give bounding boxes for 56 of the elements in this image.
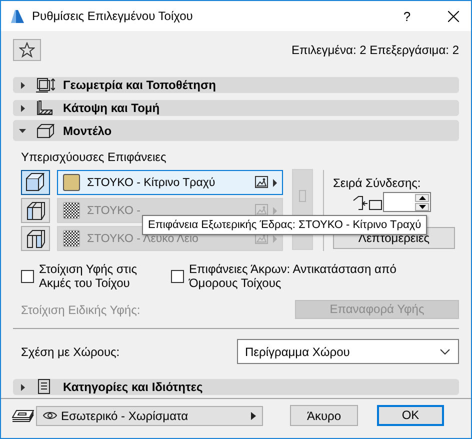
up-arrow-icon bbox=[418, 196, 426, 200]
help-button[interactable]: ? bbox=[389, 8, 425, 24]
cube-icon bbox=[24, 199, 47, 222]
expand-triangle-icon bbox=[19, 104, 26, 112]
section-header[interactable]: Κάτοψη και Τομή bbox=[13, 100, 459, 116]
submenu-arrow-icon bbox=[251, 412, 256, 420]
section-label: Υπερισχύουσες Επιφάνειες bbox=[21, 150, 168, 164]
order-spinner[interactable] bbox=[383, 192, 431, 212]
submenu-arrow-icon bbox=[272, 178, 278, 186]
surface-picker[interactable]: ΣΤΟΥΚΟ - Κίτρινο Τραχύ bbox=[57, 170, 283, 195]
expand-triangle-icon bbox=[19, 384, 26, 390]
checkbox[interactable] bbox=[171, 270, 184, 283]
slider-thumb[interactable] bbox=[299, 190, 306, 202]
decrement-button[interactable] bbox=[415, 202, 429, 210]
section-header[interactable]: Μοντέλο bbox=[13, 120, 459, 141]
increment-button[interactable] bbox=[415, 194, 429, 202]
checkbox-label: Επιφάνειες Άκρων: Αντικατάσταση από Όμορους Τοίχους bbox=[189, 262, 398, 290]
surface-override-toggle[interactable] bbox=[21, 226, 50, 251]
section-icon bbox=[36, 122, 55, 138]
surface-override-toggle[interactable] bbox=[21, 198, 50, 223]
zones-label: Σχέση με Χώρους: bbox=[21, 344, 120, 358]
section-header[interactable]: Γεωμετρία και Τοποθέτηση bbox=[13, 77, 459, 93]
submenu-arrow-icon bbox=[272, 234, 278, 242]
cube-icon bbox=[24, 227, 47, 250]
tooltip: Επιφάνεια Εξωτερικής Έδρας: ΣΤΟΥΚΟ - Κίτρινο Τραχύ bbox=[142, 215, 428, 235]
collapse-triangle-icon bbox=[19, 127, 26, 134]
checkbox[interactable] bbox=[21, 270, 34, 283]
submenu-arrow-icon bbox=[272, 206, 278, 214]
favorites-button[interactable] bbox=[13, 39, 41, 61]
picture-icon bbox=[255, 176, 269, 189]
selection-info: Επιλεγμένα: 2 Επεξεργάσιμα: 2 bbox=[291, 43, 459, 57]
section-header[interactable]: Κατηγορίες και Ιδιότητες bbox=[13, 379, 459, 395]
ok-button[interactable]: OK bbox=[377, 405, 444, 426]
pattern-swatch bbox=[63, 202, 80, 219]
picture-icon bbox=[255, 204, 269, 217]
eye-icon bbox=[43, 411, 57, 420]
app-logo-icon bbox=[10, 9, 24, 23]
pattern-swatch bbox=[63, 230, 80, 247]
surface-override-toggle[interactable] bbox=[21, 170, 50, 195]
section-icon bbox=[36, 100, 55, 116]
star-icon bbox=[19, 42, 35, 58]
window-title: Ρυθμίσεις Επιλεγμένου Τοίχου bbox=[32, 9, 194, 23]
layer-dropdown[interactable]: Εσωτερικό - Χωρίσματα bbox=[36, 406, 263, 426]
cancel-button[interactable]: Άκυρο bbox=[290, 405, 358, 426]
custom-texture-label: Στοίχιση Ειδικής Υφής: bbox=[21, 302, 140, 316]
close-icon bbox=[448, 10, 458, 22]
layers-icon bbox=[12, 408, 34, 424]
zones-dropdown[interactable]: Περίγραμμα Χώρου bbox=[237, 339, 459, 364]
down-arrow-icon bbox=[418, 204, 426, 208]
section-icon bbox=[36, 77, 55, 93]
connection-order-label: Σειρά Σύνδεσης: bbox=[333, 176, 422, 190]
checkbox-label: Στοίχιση Υφής στις Ακμές του Τοίχου bbox=[39, 262, 138, 290]
expand-triangle-icon bbox=[19, 82, 26, 88]
chevron-down-icon bbox=[440, 348, 450, 354]
wall-join-icon bbox=[353, 194, 383, 210]
cube-icon bbox=[24, 171, 47, 194]
